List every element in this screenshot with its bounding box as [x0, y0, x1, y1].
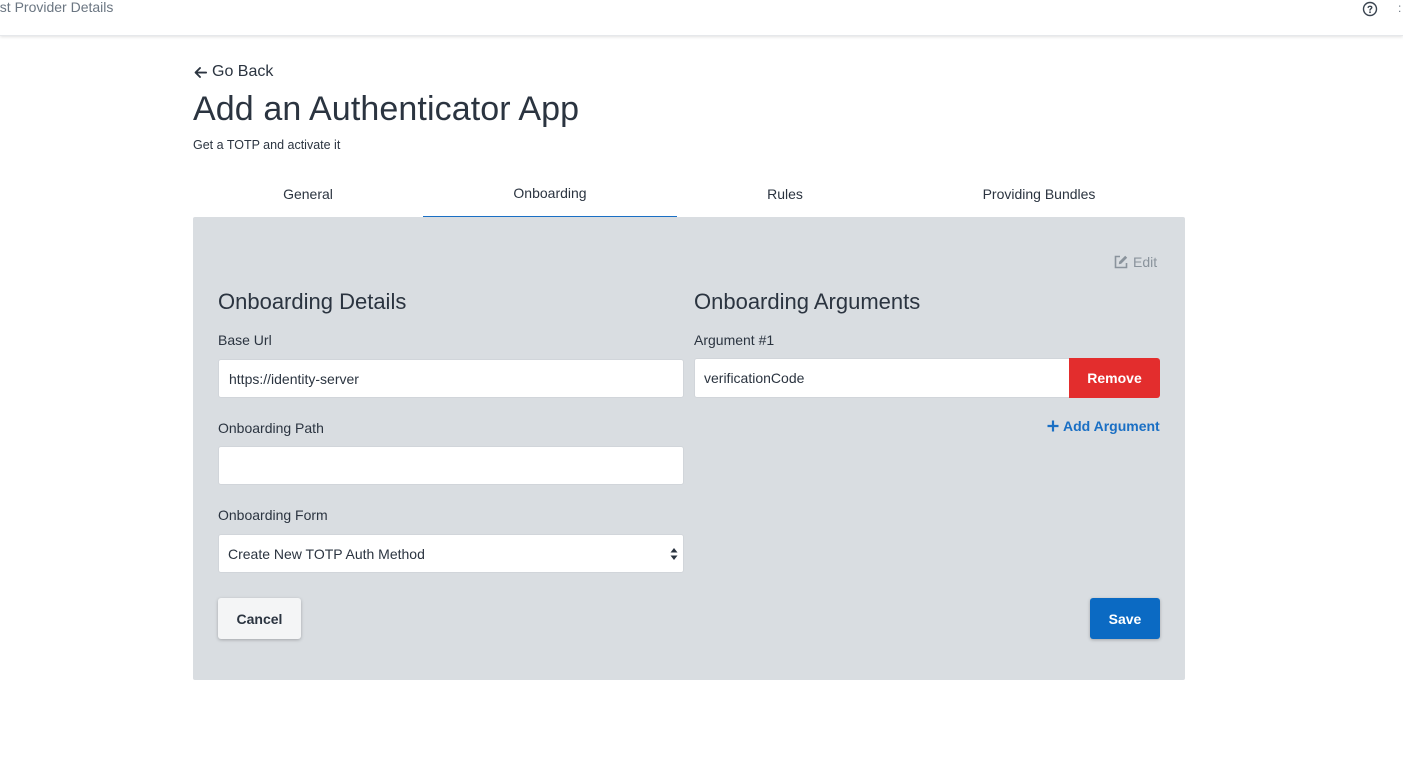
base-url-label: Base Url [218, 332, 272, 348]
overflow-menu-icon[interactable]: : [1398, 1, 1401, 15]
onboarding-details-title: Onboarding Details [218, 289, 407, 314]
argument-label: Argument #1 [694, 332, 775, 348]
remove-argument-button[interactable]: Remove [1069, 358, 1160, 398]
add-argument-button[interactable]: Add Argument [1047, 418, 1160, 434]
tab-label: Rules [767, 186, 803, 202]
tab-label: Onboarding [513, 185, 587, 201]
edit-button[interactable]: Edit [1113, 254, 1157, 270]
onboarding-path-label: Onboarding Path [218, 420, 324, 436]
edit-icon [1114, 255, 1128, 269]
question-circle-icon[interactable] [1362, 1, 1378, 17]
base-url-input[interactable] [218, 359, 684, 398]
argument-input[interactable] [694, 358, 1070, 398]
go-back-label: Go Back [212, 63, 274, 80]
select-arrows-icon [670, 548, 678, 560]
tab-rules[interactable]: Rules [677, 170, 893, 218]
tab-label: General [283, 186, 333, 202]
cancel-button[interactable]: Cancel [218, 598, 301, 639]
go-back-link[interactable]: Go Back [193, 63, 273, 81]
tab-general[interactable]: General [193, 170, 423, 218]
arrow-left-icon [194, 66, 208, 78]
onboarding-arguments-title: Onboarding Arguments [694, 289, 921, 314]
top-bar: ust Provider Details : [0, 0, 1403, 36]
page-subtitle: Get a TOTP and activate it [193, 138, 341, 152]
tab-bar: General Onboarding Rules Providing Bundl… [193, 170, 1185, 218]
onboarding-path-input[interactable] [218, 446, 684, 485]
onboarding-panel: Edit Onboarding Details Onboarding Argum… [193, 217, 1185, 680]
onboarding-form-select[interactable]: Create New TOTP Auth Method [218, 534, 684, 573]
save-button[interactable]: Save [1090, 598, 1160, 639]
onboarding-form-value: Create New TOTP Auth Method [228, 545, 425, 562]
edit-label: Edit [1133, 254, 1158, 270]
onboarding-form-label: Onboarding Form [218, 507, 328, 523]
add-argument-label: Add Argument [1063, 418, 1160, 434]
tab-providing-bundles[interactable]: Providing Bundles [893, 170, 1185, 218]
plus-icon [1047, 420, 1059, 432]
tab-onboarding[interactable]: Onboarding [423, 170, 677, 218]
tab-label: Providing Bundles [982, 186, 1096, 202]
topbar-title: ust Provider Details [0, 0, 114, 15]
page-title: Add an Authenticator App [193, 90, 580, 128]
